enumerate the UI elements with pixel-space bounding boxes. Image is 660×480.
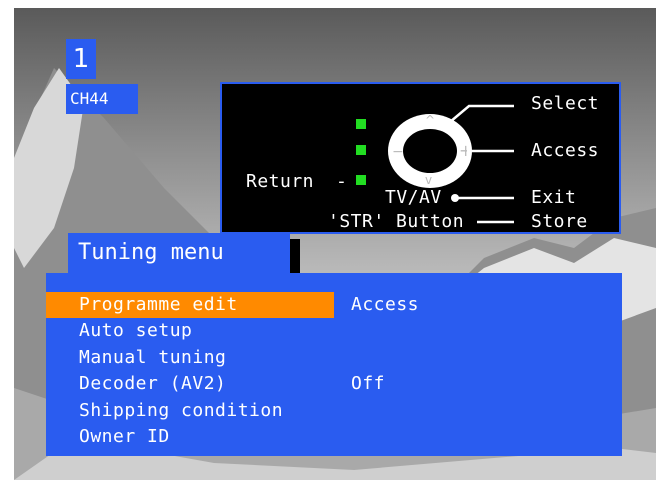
menu-item-shipping-condition[interactable]: Shipping condition: [46, 398, 622, 424]
tv-screen: 1 CH44 ^ v − + Select Access Return - TV…: [14, 8, 656, 480]
return-dash: -: [336, 171, 348, 192]
menu-title: Tuning menu: [68, 233, 290, 273]
minus-icon: −: [392, 144, 404, 160]
menu-item-label: Programme edit: [79, 294, 238, 315]
menu-item-value: Off: [351, 373, 386, 394]
menu-item-auto-setup[interactable]: Auto setup: [46, 318, 622, 344]
return-label: Return: [246, 171, 315, 192]
store-label: Store: [531, 211, 588, 232]
indicator-icon-1: [356, 119, 366, 129]
str-button-label: 'STR' Button: [328, 211, 465, 232]
menu-item-programme-edit[interactable]: Programme edit Access: [46, 292, 622, 318]
exit-label: Exit: [531, 187, 577, 208]
down-arrow-icon: v: [425, 173, 432, 187]
menu-item-label: Owner ID: [79, 426, 170, 447]
menu-item-label: Decoder (AV2): [79, 373, 227, 394]
select-label: Select: [531, 93, 600, 114]
remote-help-panel: ^ v − + Select Access Return - TV/AV Exi…: [220, 82, 621, 234]
menu-item-label: Shipping condition: [79, 400, 284, 421]
menu-item-label: Auto setup: [79, 320, 193, 341]
indicator-icon-3: [356, 175, 366, 185]
menu-item-manual-tuning[interactable]: Manual tuning: [46, 345, 622, 371]
tuning-menu-panel: Programme edit Access Auto setup Manual …: [46, 273, 622, 456]
menu-item-decoder[interactable]: Decoder (AV2) Off: [46, 371, 622, 397]
up-arrow-icon: ^: [425, 113, 435, 127]
channel-number: 1: [66, 39, 96, 79]
menu-item-value: Access: [351, 294, 420, 315]
tvav-label: TV/AV: [385, 187, 442, 208]
indicator-icon-2: [356, 145, 366, 155]
menu-item-label: Manual tuning: [79, 347, 227, 368]
menu-item-owner-id[interactable]: Owner ID: [46, 424, 622, 450]
channel-name: CH44: [66, 84, 138, 114]
access-label: Access: [531, 140, 600, 161]
